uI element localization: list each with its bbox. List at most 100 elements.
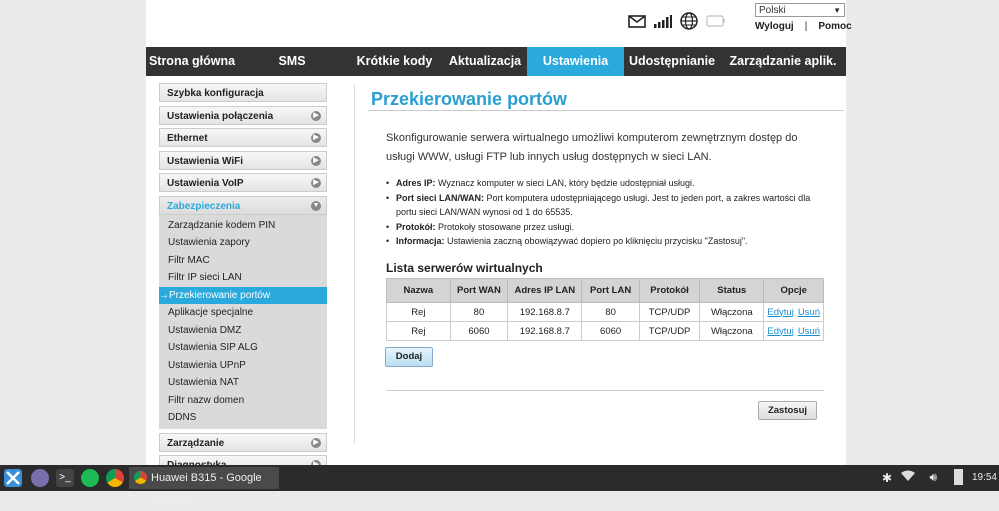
cell-status: Włączona <box>699 321 765 341</box>
bullet-label: Adres IP: <box>396 178 436 188</box>
tab-app-management[interactable]: Zarządzanie aplik. <box>720 47 846 76</box>
spotify-icon[interactable] <box>81 469 99 487</box>
sidebar-subitem-label: Przekierowanie portów <box>169 289 271 301</box>
terminal-icon[interactable]: >_ <box>56 469 74 487</box>
edit-link[interactable]: Edytuj <box>767 307 793 318</box>
window-title: Huawei B315 - Google Chrome <box>151 472 262 506</box>
chevron-right-icon: ▶ <box>311 133 321 144</box>
intro-text: Skonfigurowanie serwera wirtualnego umoż… <box>386 132 798 163</box>
router-page: Polski ▼ Wyloguj | Pomoc Strona główna SMS… <box>146 0 852 475</box>
cell-name: Rej <box>386 321 451 341</box>
list-item: Informacja: Ustawienia zaczną obowiązywa… <box>386 234 831 249</box>
sidebar-subitem[interactable]: Ustawienia SIP ALG <box>159 339 327 357</box>
sidebar-item-connection[interactable]: Ustawienia połączenia ▶ <box>159 105 327 125</box>
virtual-servers-table: Nazwa Port WAN Adres IP LAN Port LAN Pro… <box>386 278 824 341</box>
cell-protocol: TCP/UDP <box>638 302 701 322</box>
volume-icon[interactable]: 🔊︎ <box>929 470 937 485</box>
cell-protocol: TCP/UDP <box>638 321 701 341</box>
tab-sharing[interactable]: Udostępnianie <box>624 47 720 76</box>
column-header: Protokół <box>638 278 701 303</box>
tab-short-codes[interactable]: Krótkie kody <box>346 47 443 76</box>
sidebar-item-security[interactable]: Zabezpieczenia ▼ <box>159 195 327 215</box>
launcher-icon[interactable] <box>4 469 22 487</box>
delete-link[interactable]: Usuń <box>798 307 820 318</box>
sidebar-subitem[interactable]: Filtr nazw domen <box>159 392 327 410</box>
files-icon[interactable] <box>31 469 49 487</box>
sidebar-item-label: Zarządzanie <box>167 437 225 449</box>
section-title: Lista serwerów wirtualnych <box>386 261 543 275</box>
sidebar-subitem[interactable]: Ustawienia DMZ <box>159 322 327 340</box>
battery-icon <box>706 15 726 30</box>
language-value: Polski <box>759 5 786 16</box>
divider <box>368 110 844 111</box>
bullet-label: Port sieci LAN/WAN: <box>396 192 485 203</box>
list-item: Adres IP: Wyznacz komputer w sieci LAN, … <box>386 176 831 191</box>
sidebar-item-quick-setup[interactable]: Szybka konfiguracja <box>159 83 327 102</box>
delete-link[interactable]: Usuń <box>798 326 820 337</box>
sidebar-subitem[interactable]: Filtr MAC <box>159 252 327 270</box>
cell-options: Edytuj Usuń <box>763 321 824 341</box>
sidebar-item-wifi[interactable]: Ustawienia WiFi ▶ <box>159 150 327 170</box>
cell-options: Edytuj Usuń <box>763 302 824 322</box>
chevron-down-icon: ▼ <box>311 200 321 211</box>
cell-wan-port: 80 <box>449 302 509 322</box>
sidebar-subitem[interactable]: Ustawienia UPnP <box>159 357 327 375</box>
tab-sms[interactable]: SMS <box>238 47 346 76</box>
bullet-text: Protokoły stosowane przez usługi. <box>435 221 575 232</box>
info-list: Adres IP: Wyznacz komputer w sieci LAN, … <box>386 176 831 249</box>
tab-home[interactable]: Strona główna <box>146 47 238 76</box>
mail-icon[interactable] <box>628 14 646 31</box>
apply-button[interactable]: Zastosuj <box>758 401 817 420</box>
sidebar-subitem-active[interactable]: →Przekierowanie portów <box>159 286 327 305</box>
chrome-icon <box>134 471 147 484</box>
security-submenu: Zarządzanie kodem PIN Ustawienia zapory … <box>159 214 327 429</box>
chevron-right-icon: ▶ <box>311 155 321 166</box>
taskbar-window-chrome[interactable]: Huawei B315 - Google Chrome <box>129 467 279 506</box>
status-icons <box>628 12 726 33</box>
edit-link[interactable]: Edytuj <box>767 326 793 337</box>
wifi-icon[interactable] <box>901 470 915 485</box>
bullet-label: Informacja: <box>396 236 445 246</box>
sidebar-item-management[interactable]: Zarządzanie ▶ <box>159 432 327 452</box>
divider <box>386 390 824 391</box>
sidebar-subitem[interactable]: Ustawienia zapory <box>159 234 327 252</box>
column-header: Port WAN <box>449 278 509 303</box>
sidebar: Szybka konfiguracja Ustawienia połączeni… <box>159 83 327 478</box>
tab-settings[interactable]: Ustawienia <box>527 47 624 76</box>
bullet-label: Protokół: <box>396 221 436 232</box>
cell-name: Rej <box>386 302 451 322</box>
sidebar-subitem[interactable]: Zarządzanie kodem PIN <box>159 217 327 235</box>
sidebar-item-label: Zabezpieczenia <box>167 200 241 212</box>
sidebar-subitem[interactable]: Aplikacje specjalne <box>159 304 327 322</box>
add-button[interactable]: Dodaj <box>385 347 433 367</box>
page-title: Przekierowanie portów <box>371 89 568 109</box>
sidebar-item-label: Ethernet <box>167 133 208 145</box>
cell-lan-ip: 192.168.8.7 <box>507 302 583 322</box>
help-link[interactable]: Pomoc <box>818 21 851 32</box>
battery-icon[interactable] <box>954 469 963 485</box>
sidebar-item-voip[interactable]: Ustawienia VoIP ▶ <box>159 173 327 193</box>
logout-link[interactable]: Wyloguj <box>755 21 794 32</box>
sidebar-subitem[interactable]: DDNS <box>159 409 327 427</box>
header-links: Wyloguj | Pomoc <box>755 21 852 32</box>
taskbar: >_ Huawei B315 - Google Chrome ✱ 🔊︎ 19:5… <box>0 465 999 506</box>
chrome-icon[interactable] <box>106 469 124 487</box>
table-header-row: Nazwa Port WAN Adres IP LAN Port LAN Pro… <box>386 278 824 303</box>
arrow-right-icon: → <box>159 289 169 301</box>
clock[interactable]: 19:54 <box>972 472 997 483</box>
sidebar-item-ethernet[interactable]: Ethernet ▶ <box>159 128 327 148</box>
chevron-right-icon: ▶ <box>311 178 321 189</box>
sidebar-item-label: Ustawienia VoIP <box>167 178 244 190</box>
signal-icon <box>654 14 672 31</box>
bluetooth-icon[interactable]: ✱ <box>882 471 892 485</box>
divider <box>354 85 355 443</box>
sidebar-subitem[interactable]: Ustawienia NAT <box>159 374 327 392</box>
table-row: Rej 80 192.168.8.7 80 TCP/UDP Włączona E… <box>386 302 824 322</box>
column-header: Port LAN <box>581 278 640 303</box>
sidebar-subitem[interactable]: Filtr IP sieci LAN <box>159 269 327 287</box>
cell-lan-port: 6060 <box>581 321 640 341</box>
tab-update[interactable]: Aktualizacja <box>443 47 527 76</box>
list-item: Port sieci LAN/WAN: Port komputera udost… <box>386 191 831 220</box>
cell-wan-port: 6060 <box>449 321 509 341</box>
language-select[interactable]: Polski ▼ <box>755 3 845 17</box>
